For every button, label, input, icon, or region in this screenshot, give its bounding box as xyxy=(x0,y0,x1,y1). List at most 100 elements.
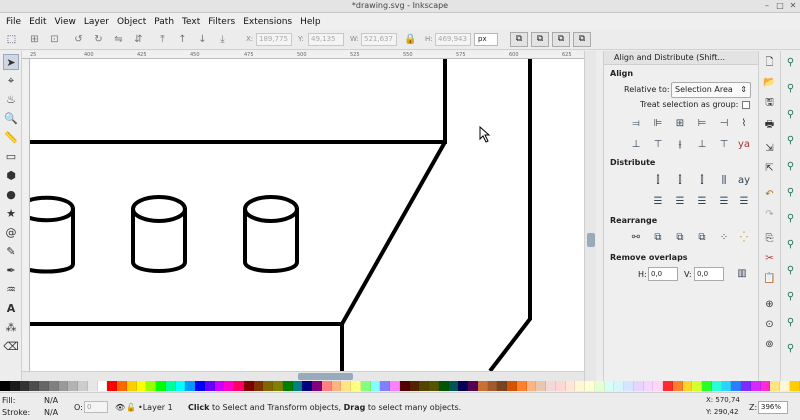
palette-swatch[interactable] xyxy=(409,381,420,391)
maximize-button[interactable]: □ xyxy=(775,1,785,11)
palette-swatch[interactable] xyxy=(507,381,517,391)
remove-overlaps-button[interactable]: ▥ xyxy=(734,266,750,281)
palette-swatch[interactable] xyxy=(468,381,478,391)
new-document-icon[interactable]: 🗋 xyxy=(762,55,777,70)
align-left-to-right-icon[interactable]: ⊣ xyxy=(716,116,732,131)
palette-swatch[interactable] xyxy=(185,381,195,391)
palette-swatch[interactable] xyxy=(165,381,176,391)
palette-swatch[interactable] xyxy=(526,381,537,391)
treat-group-checkbox[interactable] xyxy=(742,101,750,109)
distribute-baselines-vertical-icon[interactable]: ☰ xyxy=(736,194,752,209)
raise-to-top-icon[interactable]: ⤒ xyxy=(156,33,169,46)
palette-swatch[interactable] xyxy=(555,381,566,391)
palette-swatch[interactable] xyxy=(107,381,117,391)
menu-text[interactable]: Text xyxy=(178,17,204,27)
menu-extensions[interactable]: Extensions xyxy=(239,17,296,27)
palette-swatch[interactable] xyxy=(351,381,361,391)
palette-swatch[interactable] xyxy=(302,381,312,391)
palette-swatch[interactable] xyxy=(48,381,59,391)
palette-swatch[interactable] xyxy=(117,381,127,391)
palette-swatch[interactable] xyxy=(360,381,371,391)
palette-swatch[interactable] xyxy=(682,381,693,391)
align-left-edges-icon[interactable]: ⊫ xyxy=(650,116,666,131)
palette-swatch[interactable] xyxy=(604,381,615,391)
palette-swatch[interactable] xyxy=(282,381,293,391)
zoom-tool-icon[interactable]: 🔍 xyxy=(3,111,19,127)
selector-tool-icon[interactable]: ➤ xyxy=(3,54,19,70)
lock-icon[interactable]: 🔒 xyxy=(404,33,417,46)
palette-swatch[interactable] xyxy=(156,381,166,391)
palette-swatch[interactable] xyxy=(770,381,780,391)
palette-swatch[interactable] xyxy=(78,381,88,391)
palette-swatch[interactable] xyxy=(692,381,702,391)
snap-smooth-icon[interactable]: ⚲ xyxy=(783,237,798,252)
vertical-scroll-thumb[interactable] xyxy=(587,233,595,247)
palette-swatch[interactable] xyxy=(497,381,507,391)
palette-swatch[interactable] xyxy=(380,381,390,391)
close-button[interactable]: ✕ xyxy=(788,1,798,11)
layer-lock-icon[interactable]: 🔓 xyxy=(126,403,136,412)
snap-midpoints-icon[interactable]: ⚲ xyxy=(783,263,798,278)
y-field[interactable]: 49,135 xyxy=(308,33,344,46)
align-right-to-left-icon[interactable]: ⫤ xyxy=(628,116,644,131)
rotate-ccw-icon[interactable]: ↺ xyxy=(72,33,85,46)
palette-swatch[interactable] xyxy=(702,381,712,391)
palette-swatch[interactable] xyxy=(126,381,137,391)
snap-bbox-corners-icon[interactable]: ⚲ xyxy=(783,133,798,148)
zoom-input[interactable]: 396% xyxy=(758,401,788,414)
palette-swatch[interactable] xyxy=(731,381,741,391)
center-vertical-axis-icon[interactable]: ⊞ xyxy=(672,116,688,131)
overlap-v-input[interactable]: 0,0 xyxy=(694,267,724,281)
pencil-tool-icon[interactable]: ✎ xyxy=(3,244,19,260)
palette-swatch[interactable] xyxy=(419,381,429,391)
relative-to-select[interactable]: Selection Area ⇕ xyxy=(671,82,751,98)
text-tool-icon[interactable]: A xyxy=(3,301,19,317)
palette-swatch[interactable] xyxy=(263,381,273,391)
distribute-left-edges-icon[interactable]: ⫿ xyxy=(650,173,666,188)
exchange-clockwise-icon[interactable]: ⧉ xyxy=(694,230,710,245)
palette-swatch[interactable] xyxy=(741,381,751,391)
palette-swatch[interactable] xyxy=(477,381,488,391)
star-tool-icon[interactable]: ★ xyxy=(3,206,19,222)
palette-swatch[interactable] xyxy=(458,381,468,391)
select-all-layers-icon[interactable]: ⊞ xyxy=(28,33,41,46)
palette-swatch[interactable] xyxy=(19,381,30,391)
distribute-right-edges-icon[interactable]: ⫿ xyxy=(694,173,710,188)
fill-value[interactable]: N/A xyxy=(44,396,58,405)
palette-swatch[interactable] xyxy=(399,381,410,391)
zoom-selection-icon[interactable]: ⊕ xyxy=(762,297,777,312)
palette-swatch[interactable] xyxy=(643,381,654,391)
3d-box-tool-icon[interactable]: ⬢ xyxy=(3,168,19,184)
snap-cusp-icon[interactable]: ⚲ xyxy=(783,211,798,226)
palette-swatch[interactable] xyxy=(438,381,449,391)
center-horizontal-axis-icon[interactable]: ⫲ xyxy=(672,137,688,152)
menu-edit[interactable]: Edit xyxy=(25,17,50,27)
palette-swatch[interactable] xyxy=(136,381,147,391)
palette-swatch[interactable] xyxy=(29,381,39,391)
node-tool-icon[interactable]: ⌖ xyxy=(3,73,19,89)
panel-title[interactable]: Align and Distribute (Shift... xyxy=(604,51,759,65)
palette-swatch[interactable] xyxy=(780,381,790,391)
ellipse-tool-icon[interactable]: ● xyxy=(3,187,19,203)
palette-swatch[interactable] xyxy=(58,381,69,391)
palette-swatch[interactable] xyxy=(789,381,800,391)
flip-horizontal-icon[interactable]: ⇋ xyxy=(112,33,125,46)
palette-swatch[interactable] xyxy=(97,381,108,391)
zoom-page-icon[interactable]: ⊚ xyxy=(762,337,777,352)
align-bottom-to-top-icon[interactable]: ⊥ xyxy=(628,137,644,152)
paste-icon[interactable]: 📋 xyxy=(762,271,777,286)
pen-tool-icon[interactable]: ✒ xyxy=(3,263,19,279)
menu-file[interactable]: File xyxy=(2,17,25,27)
palette-swatch[interactable] xyxy=(448,381,459,391)
calligraphy-tool-icon[interactable]: ♒ xyxy=(3,282,19,298)
snap-bbox-edges-icon[interactable]: ⚲ xyxy=(783,107,798,122)
eraser-tool-icon[interactable]: ⌫ xyxy=(3,339,19,355)
align-top-to-bottom-icon[interactable]: ⊤ xyxy=(716,137,732,152)
palette-swatch[interactable] xyxy=(273,381,283,391)
vertical-scrollbar[interactable] xyxy=(584,51,596,381)
menu-path[interactable]: Path xyxy=(150,17,178,27)
palette-swatch[interactable] xyxy=(672,381,683,391)
export-icon[interactable]: ⇱ xyxy=(762,161,777,176)
palette-swatch[interactable] xyxy=(546,381,556,391)
spray-tool-icon[interactable]: ⁂ xyxy=(3,320,19,336)
